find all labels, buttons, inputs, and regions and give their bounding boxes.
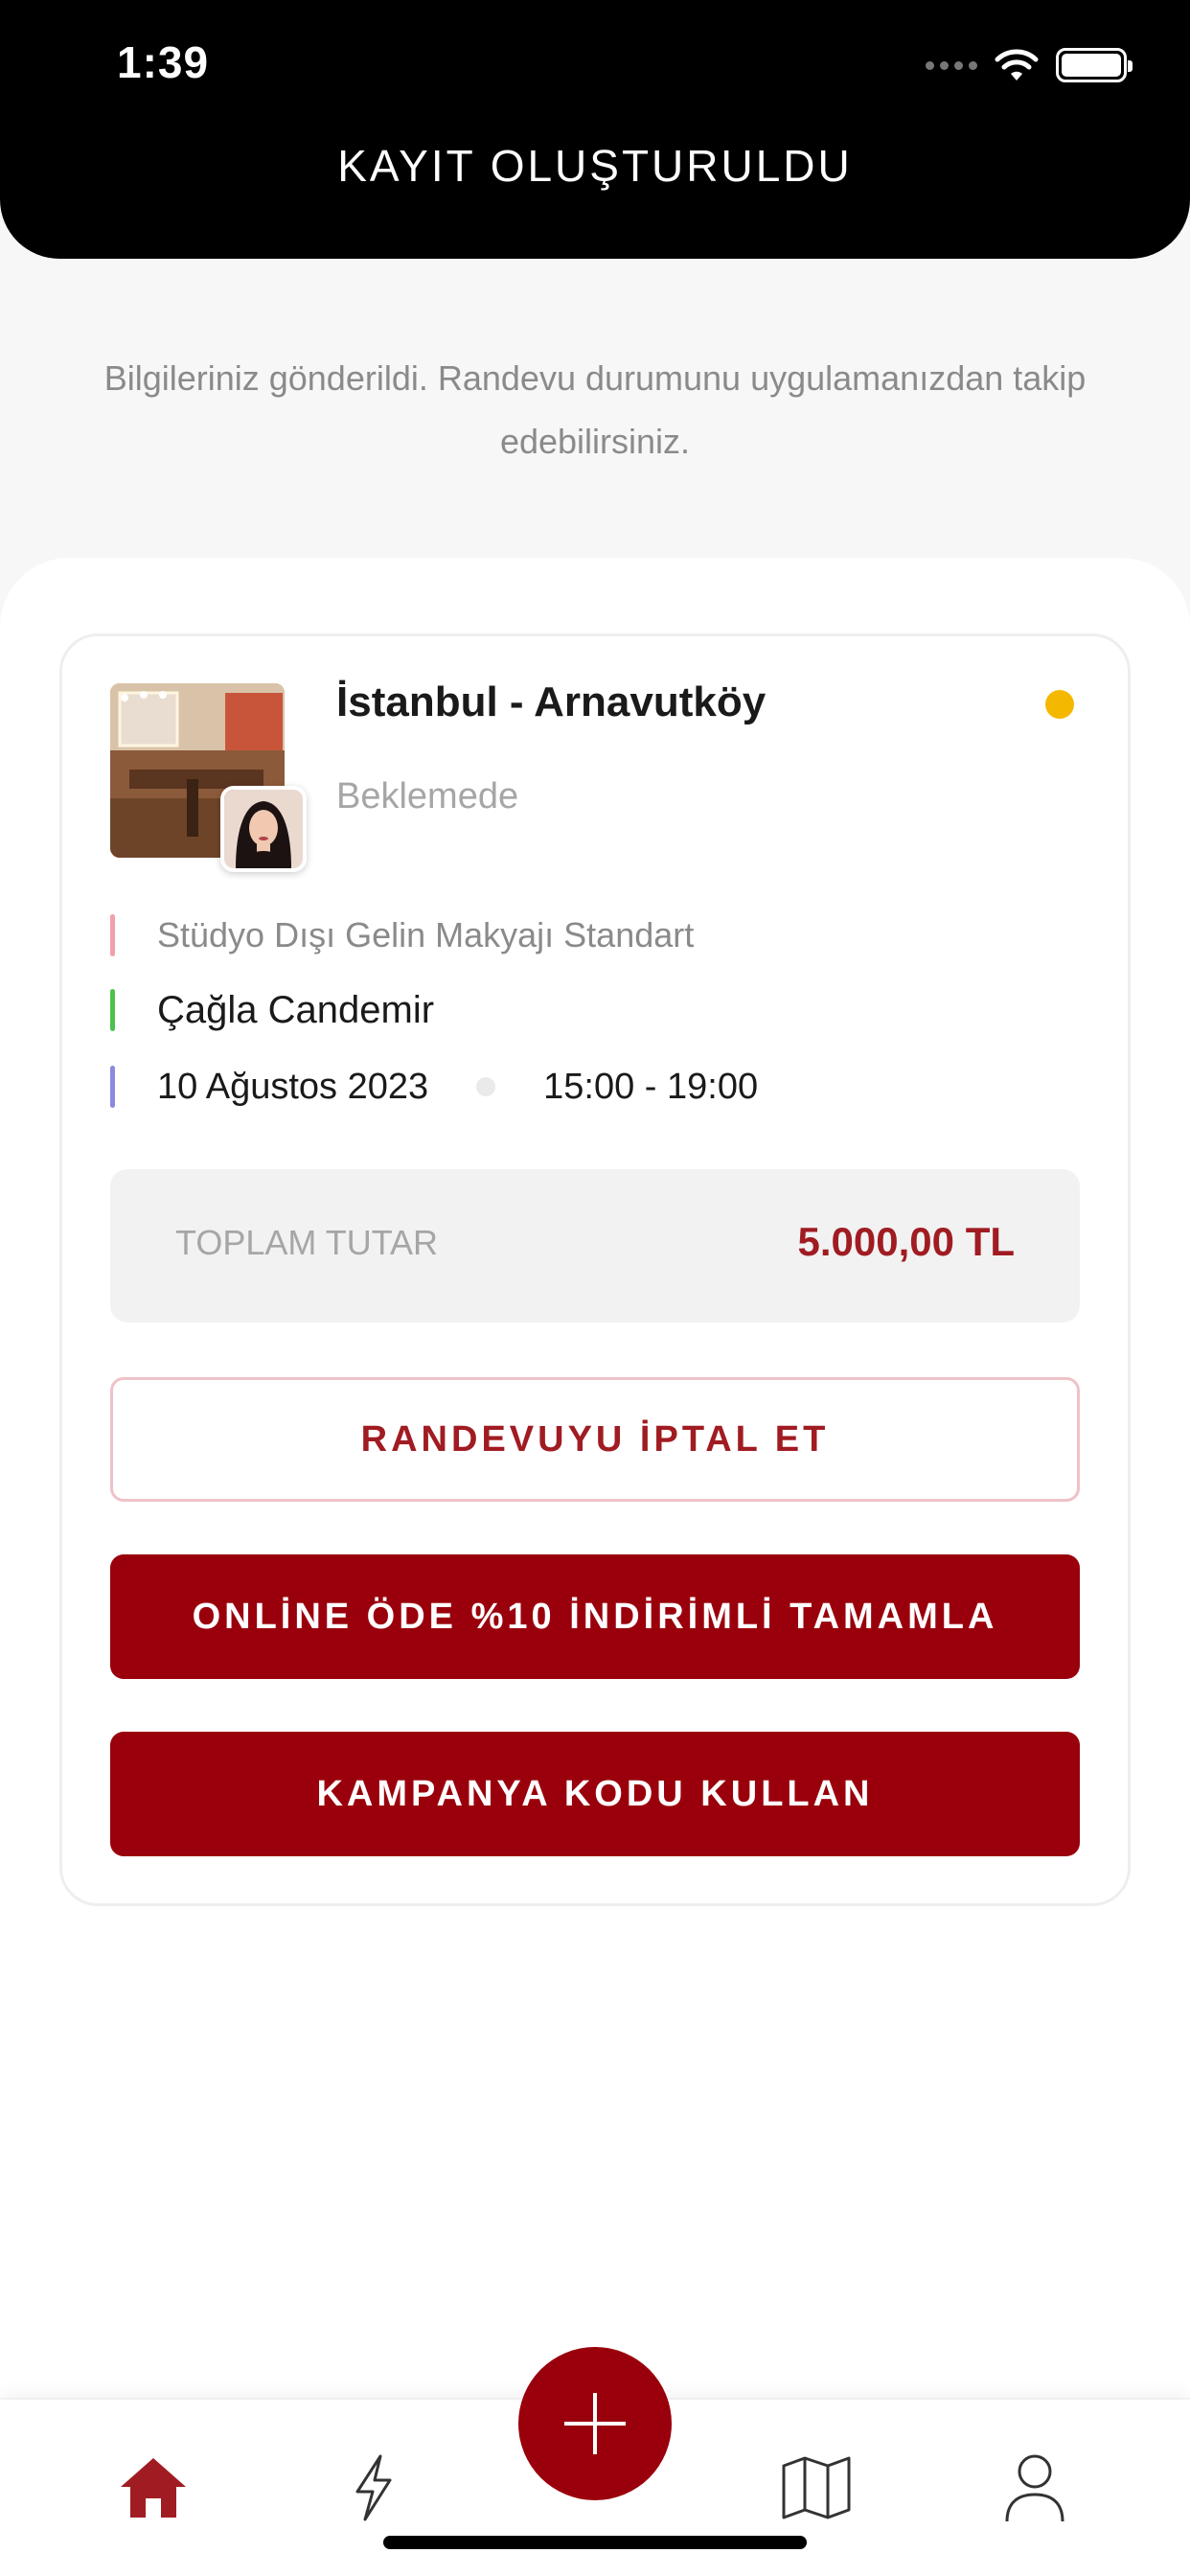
status-icons — [926, 44, 1133, 86]
salon-location: İstanbul - Arnavutköy — [336, 678, 767, 725]
service-name: Stüdyo Dışı Gelin Makyajı Standart — [157, 915, 695, 954]
avatar — [220, 786, 307, 872]
signal-icon — [926, 60, 977, 70]
total-box: TOPLAM TUTAR 5.000,00 TL — [110, 1169, 1080, 1322]
wifi-icon — [995, 49, 1039, 80]
booking-date: 10 Ağustos 2023 — [157, 1066, 429, 1107]
artist-name: Çağla Candemir — [157, 988, 435, 1031]
status-indicator — [1045, 690, 1074, 719]
booking-time: 15:00 - 19:00 — [543, 1066, 759, 1107]
cancel-appointment-button[interactable]: RANDEVUYU İPTAL ET — [110, 1377, 1080, 1502]
home-icon — [121, 2458, 186, 2518]
header: 1:39 KAYIT OLUŞTURULDU — [0, 0, 1190, 259]
date-bar — [110, 1066, 115, 1108]
tab-home[interactable] — [115, 2450, 192, 2526]
user-icon — [1005, 2454, 1064, 2522]
use-promo-code-button[interactable]: KAMPANYA KODU KULLAN — [110, 1732, 1080, 1856]
plus-icon — [564, 2393, 626, 2454]
artist-bar — [110, 989, 115, 1031]
total-value: 5.000,00 TL — [797, 1219, 1015, 1264]
service-bar — [110, 914, 115, 956]
artist-row: Çağla Candemir — [110, 989, 434, 1031]
booking-status: Beklemede — [336, 776, 519, 816]
status-time: 1:39 — [117, 37, 210, 87]
info-message: Bilgileriniz gönderildi. Randevu durumun… — [103, 358, 1087, 461]
home-indicator — [383, 2536, 807, 2549]
map-icon — [782, 2456, 851, 2519]
page-title: KAYIT OLUŞTURULDU — [337, 141, 853, 191]
battery-icon — [1056, 48, 1133, 82]
service-row: Stüdyo Dışı Gelin Makyajı Standart — [110, 914, 694, 956]
total-label: TOPLAM TUTAR — [175, 1223, 439, 1262]
tab-profile[interactable] — [996, 2450, 1073, 2526]
datetime-row: 10 Ağustos 2023 15:00 - 19:00 — [110, 1066, 758, 1108]
pay-online-button[interactable]: ONLİNE ÖDE %10 İNDİRİMLİ TAMAMLA — [110, 1554, 1080, 1679]
tab-map[interactable] — [778, 2450, 855, 2526]
tab-campaigns[interactable] — [335, 2450, 412, 2526]
new-appointment-button[interactable] — [518, 2347, 672, 2500]
lightning-icon — [355, 2454, 392, 2521]
separator-dot — [476, 1077, 496, 1096]
